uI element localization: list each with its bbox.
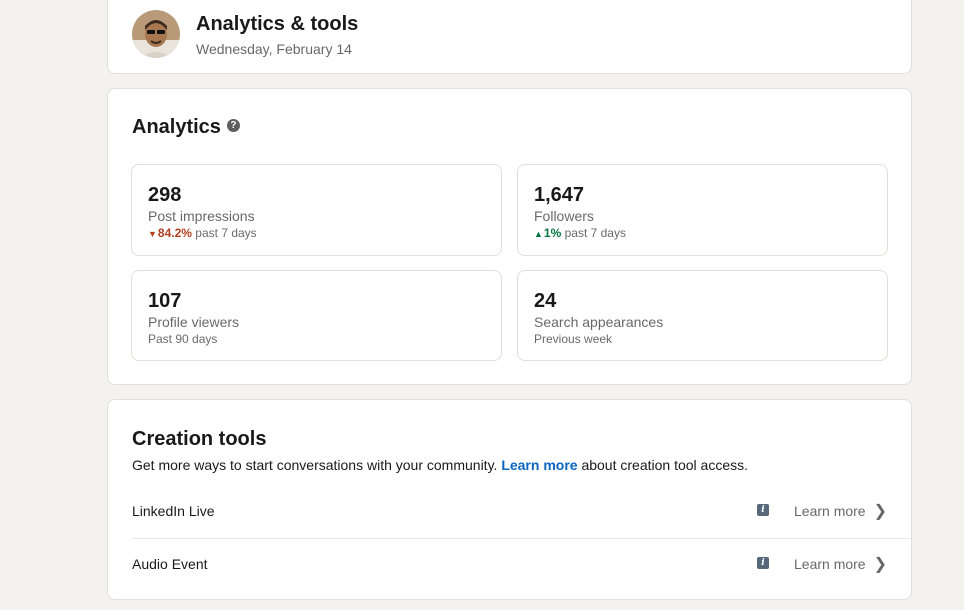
analytics-card: Analytics? 298 Post impressions ▼84.2% p… — [107, 88, 912, 385]
stat-post-impressions[interactable]: 298 Post impressions ▼84.2% past 7 days — [131, 164, 502, 256]
chevron-right-icon: ❯ — [873, 503, 887, 520]
stat-value: 107 — [148, 290, 182, 312]
creation-tools-card: Creation tools Get more ways to start co… — [107, 399, 912, 600]
stat-trend: ▼84.2% past 7 days — [148, 226, 257, 240]
page-title: Analytics & tools — [196, 13, 359, 35]
trend-period: past 7 days — [195, 226, 257, 240]
tool-row-linkedin-live: LinkedIn Live i Learn more ❯ — [132, 486, 887, 538]
header-card: Analytics & tools Wednesday, February 14 — [107, 0, 912, 74]
stat-search-appearances[interactable]: 24 Search appearances Previous week — [517, 270, 888, 361]
stat-period: Past 90 days — [148, 332, 218, 346]
learn-more-label: Learn more — [794, 503, 866, 519]
trend-up-icon: ▲1% — [534, 226, 562, 240]
avatar[interactable] — [132, 10, 180, 58]
stat-followers[interactable]: 1,647 Followers ▲1% past 7 days — [517, 164, 888, 256]
stat-trend: ▲1% past 7 days — [534, 226, 626, 240]
help-icon[interactable]: ? — [226, 119, 240, 133]
learn-more-button[interactable]: Learn more ❯ — [794, 554, 887, 574]
creation-title: Creation tools — [132, 428, 267, 450]
trend-value: 84.2% — [157, 226, 192, 240]
stat-value: 24 — [534, 290, 557, 312]
tool-name: LinkedIn Live — [132, 503, 215, 519]
learn-more-link[interactable]: Learn more — [501, 457, 577, 473]
trend-value: 1% — [543, 226, 562, 240]
trend-period: past 7 days — [564, 226, 626, 240]
desc-text-after: about creation tool access. — [581, 457, 748, 473]
trend-down-icon: ▼84.2% — [148, 226, 192, 240]
stat-label: Post impressions — [148, 208, 255, 224]
info-icon[interactable]: i — [757, 557, 769, 569]
learn-more-label: Learn more — [794, 556, 866, 572]
creation-description: Get more ways to start conversations wit… — [132, 457, 748, 473]
stat-label: Followers — [534, 208, 594, 224]
stat-period: Previous week — [534, 332, 613, 346]
tool-row-audio-event: Audio Event i Learn more ❯ — [132, 539, 887, 591]
analytics-title: Analytics — [132, 116, 221, 138]
tool-name: Audio Event — [132, 556, 208, 572]
analytics-heading: Analytics? — [132, 116, 240, 139]
info-icon[interactable]: i — [757, 504, 769, 516]
stat-profile-viewers[interactable]: 107 Profile viewers Past 90 days — [131, 270, 502, 361]
stat-label: Profile viewers — [148, 314, 240, 330]
stat-value: 298 — [148, 184, 182, 206]
page-date: Wednesday, February 14 — [196, 41, 352, 57]
stat-label: Search appearances — [534, 314, 664, 330]
desc-text: Get more ways to start conversations wit… — [132, 457, 498, 473]
learn-more-button[interactable]: Learn more ❯ — [794, 501, 887, 521]
stat-value: 1,647 — [534, 184, 585, 206]
chevron-right-icon: ❯ — [873, 556, 887, 573]
